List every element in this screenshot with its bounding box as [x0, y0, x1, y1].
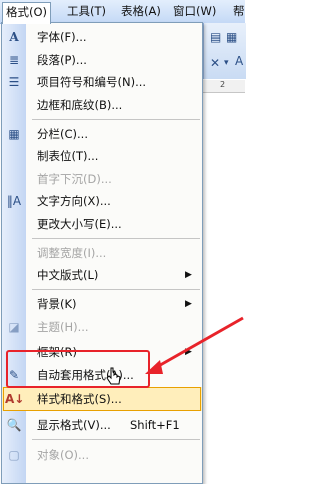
annotation-arrow [145, 316, 244, 374]
hand-cursor-icon [106, 367, 121, 385]
annotation-arrow-head [145, 360, 163, 374]
annotation-arrow-line [154, 316, 244, 370]
